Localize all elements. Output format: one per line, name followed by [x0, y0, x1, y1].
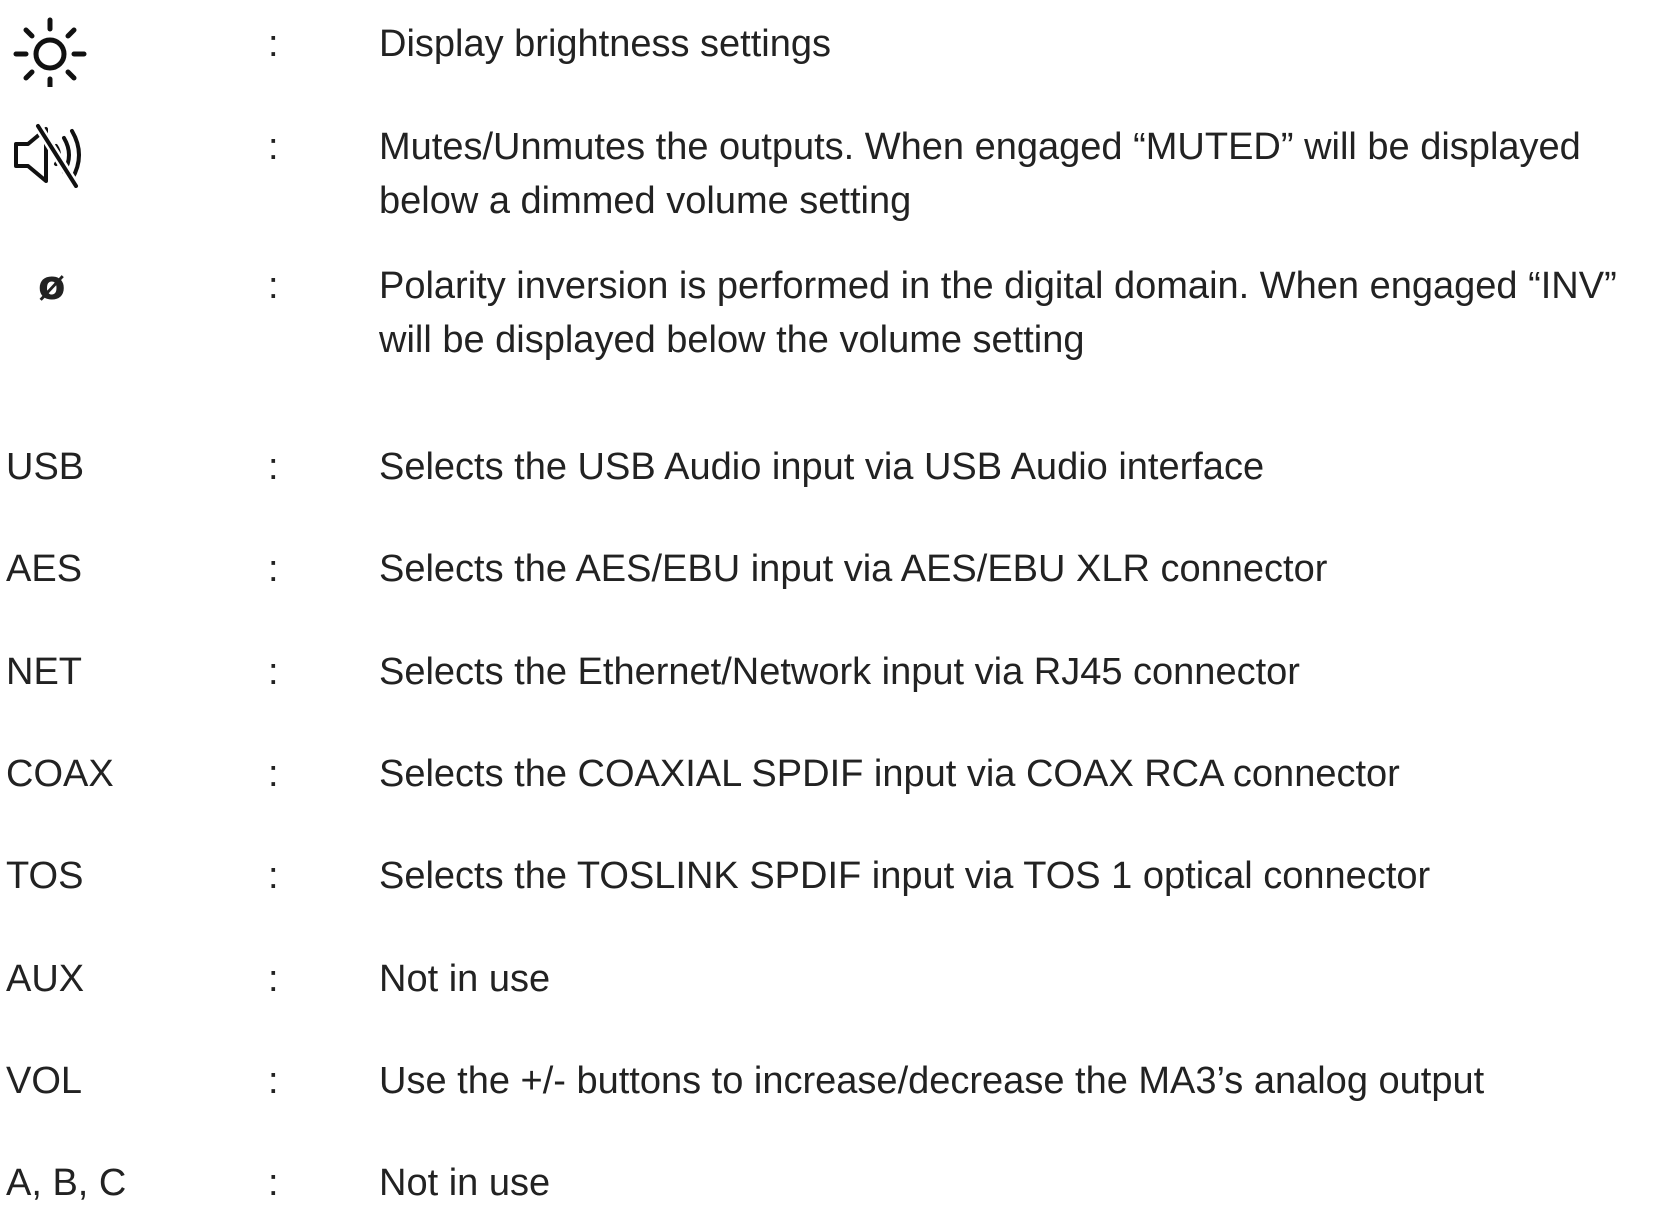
polarity-phi-icon: ø	[38, 263, 66, 309]
input-key-label: AUX	[6, 958, 85, 1000]
separator-colon: :	[268, 23, 279, 65]
row-description: Selects the AES/EBU input via AES/EBU XL…	[379, 548, 1328, 590]
separator-colon: :	[268, 548, 279, 590]
row-description: Polarity inversion is performed in the d…	[379, 265, 1617, 361]
input-key-label: VOL	[6, 1060, 83, 1102]
separator-colon: :	[268, 1162, 279, 1204]
sun-brightness-icon	[13, 17, 87, 87]
separator-colon: :	[268, 265, 279, 307]
input-key-label: NET	[6, 651, 82, 693]
separator-colon: :	[268, 126, 279, 168]
row-description: Selects the TOSLINK SPDIF input via TOS …	[379, 855, 1431, 897]
row-description: Selects the Ethernet/Network input via R…	[379, 651, 1300, 693]
row-description: Not in use	[379, 1162, 551, 1204]
separator-colon: :	[268, 753, 279, 795]
separator-colon: :	[268, 958, 279, 1000]
row-description: Selects the USB Audio input via USB Audi…	[379, 446, 1265, 488]
row-description: Mutes/Unmutes the outputs. When engaged …	[379, 126, 1581, 222]
row-description: Not in use	[379, 958, 551, 1000]
speaker-mute-icon	[14, 123, 81, 188]
input-key-label: A, B, C	[6, 1162, 127, 1204]
row-description: Use the +/- buttons to increase/decrease…	[379, 1060, 1485, 1102]
input-key-label: USB	[6, 446, 85, 488]
input-key-label: TOS	[6, 855, 84, 897]
input-key-label: COAX	[6, 753, 114, 795]
separator-colon: :	[268, 855, 279, 897]
row-description: Selects the COAXIAL SPDIF input via COAX…	[379, 753, 1400, 795]
separator-colon: :	[268, 651, 279, 693]
row-description: Display brightness settings	[379, 23, 831, 65]
input-key-label: AES	[6, 548, 83, 590]
separator-colon: :	[268, 446, 279, 488]
separator-colon: :	[268, 1060, 279, 1102]
